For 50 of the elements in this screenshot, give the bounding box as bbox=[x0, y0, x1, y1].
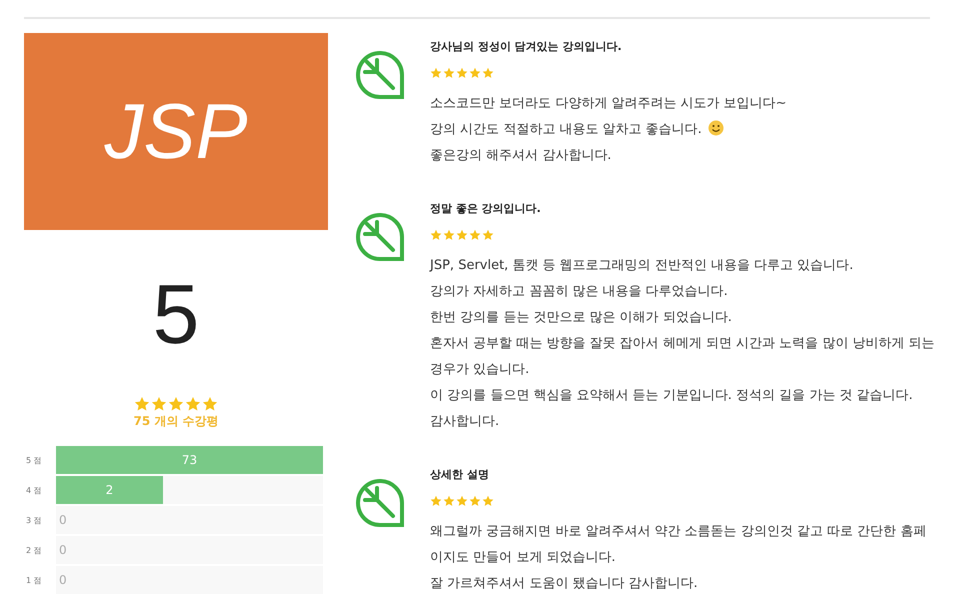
star-icon bbox=[151, 396, 167, 412]
star-icon bbox=[443, 495, 455, 507]
bar-count: 0 bbox=[59, 543, 67, 557]
course-thumbnail: JSP bbox=[24, 33, 328, 230]
star-icon bbox=[469, 495, 481, 507]
bar-count: 73 bbox=[182, 453, 198, 467]
star-icon bbox=[482, 229, 494, 241]
star-icon bbox=[482, 67, 494, 79]
star-icon bbox=[456, 229, 468, 241]
review-text: 강의가 자세하고 꼼꼼히 많은 내용을 다루었습니다. bbox=[430, 284, 728, 299]
review-text: 왜그럴까 궁금해지면 바로 알려주셔서 약간 소름돋는 강의인것 같고 따로 간단한 홈페이지도 만들어 보게 되었습니다. bbox=[430, 524, 926, 565]
leaf-icon bbox=[355, 212, 405, 262]
bar-count: 0 bbox=[59, 573, 67, 587]
review-text: 소스코드만 보더라도 다양하게 알려주려는 시도가 보입니다~ bbox=[430, 96, 787, 111]
star-icon bbox=[469, 67, 481, 79]
leaf-icon bbox=[355, 50, 405, 100]
rating-label: 2 점 bbox=[25, 544, 43, 556]
star-icon bbox=[469, 229, 481, 241]
star-icon bbox=[482, 495, 494, 507]
review-text: 좋은강의 해주셔서 감사합니다. bbox=[430, 148, 612, 163]
bar-count: 2 bbox=[106, 483, 114, 497]
review-text: 이 강의를 들으면 핵심을 요약해서 듣는 기분입니다. 정석의 길을 가는 것 같습니다. bbox=[430, 388, 913, 403]
star-icon bbox=[202, 396, 218, 412]
review-text: JSP, Servlet, 톰캣 등 웹프로그래밍의 전반적인 내용을 다루고 있습니다. bbox=[430, 258, 854, 273]
rating-label: 3 점 bbox=[25, 514, 43, 526]
review-text: 감사합니다. bbox=[430, 414, 500, 429]
star-icon bbox=[134, 396, 150, 412]
star-icon bbox=[185, 396, 201, 412]
rating-label: 4 점 bbox=[25, 484, 43, 496]
star-icon bbox=[443, 67, 455, 79]
star-icon bbox=[168, 396, 184, 412]
review-text: 강의 시간도 적절하고 내용도 알차고 좋습니다. bbox=[430, 122, 702, 137]
star-icon bbox=[456, 67, 468, 79]
review-title: 정말 좋은 강의입니다. bbox=[430, 201, 542, 216]
star-icon bbox=[443, 229, 455, 241]
review-title: 강사님의 정성이 담겨있는 강의입니다. bbox=[430, 39, 623, 54]
star-icon bbox=[430, 229, 442, 241]
average-rating: 5 bbox=[152, 272, 200, 356]
star-icon bbox=[430, 67, 442, 79]
leaf-icon bbox=[355, 478, 405, 528]
review-title: 상세한 설명 bbox=[430, 467, 490, 482]
star-icon bbox=[456, 495, 468, 507]
star-icon bbox=[430, 495, 442, 507]
rating-label: 5 점 bbox=[25, 454, 43, 466]
rating-label: 1 점 bbox=[25, 574, 43, 586]
review-count: 75 개의 수강평 bbox=[133, 413, 219, 430]
bar-count: 0 bbox=[59, 513, 67, 527]
review-text: 한번 강의를 듣는 것만으로 많은 이해가 되었습니다. bbox=[430, 310, 732, 325]
review-text: 혼자서 공부할 때는 방향을 잘못 잡아서 헤메게 되면 시간과 노력을 많이 낭비하게 되는 경우가 있습니다. bbox=[430, 336, 935, 377]
review-text: 잘 가르쳐주셔서 도움이 됐습니다 감사합니다. bbox=[430, 576, 698, 591]
